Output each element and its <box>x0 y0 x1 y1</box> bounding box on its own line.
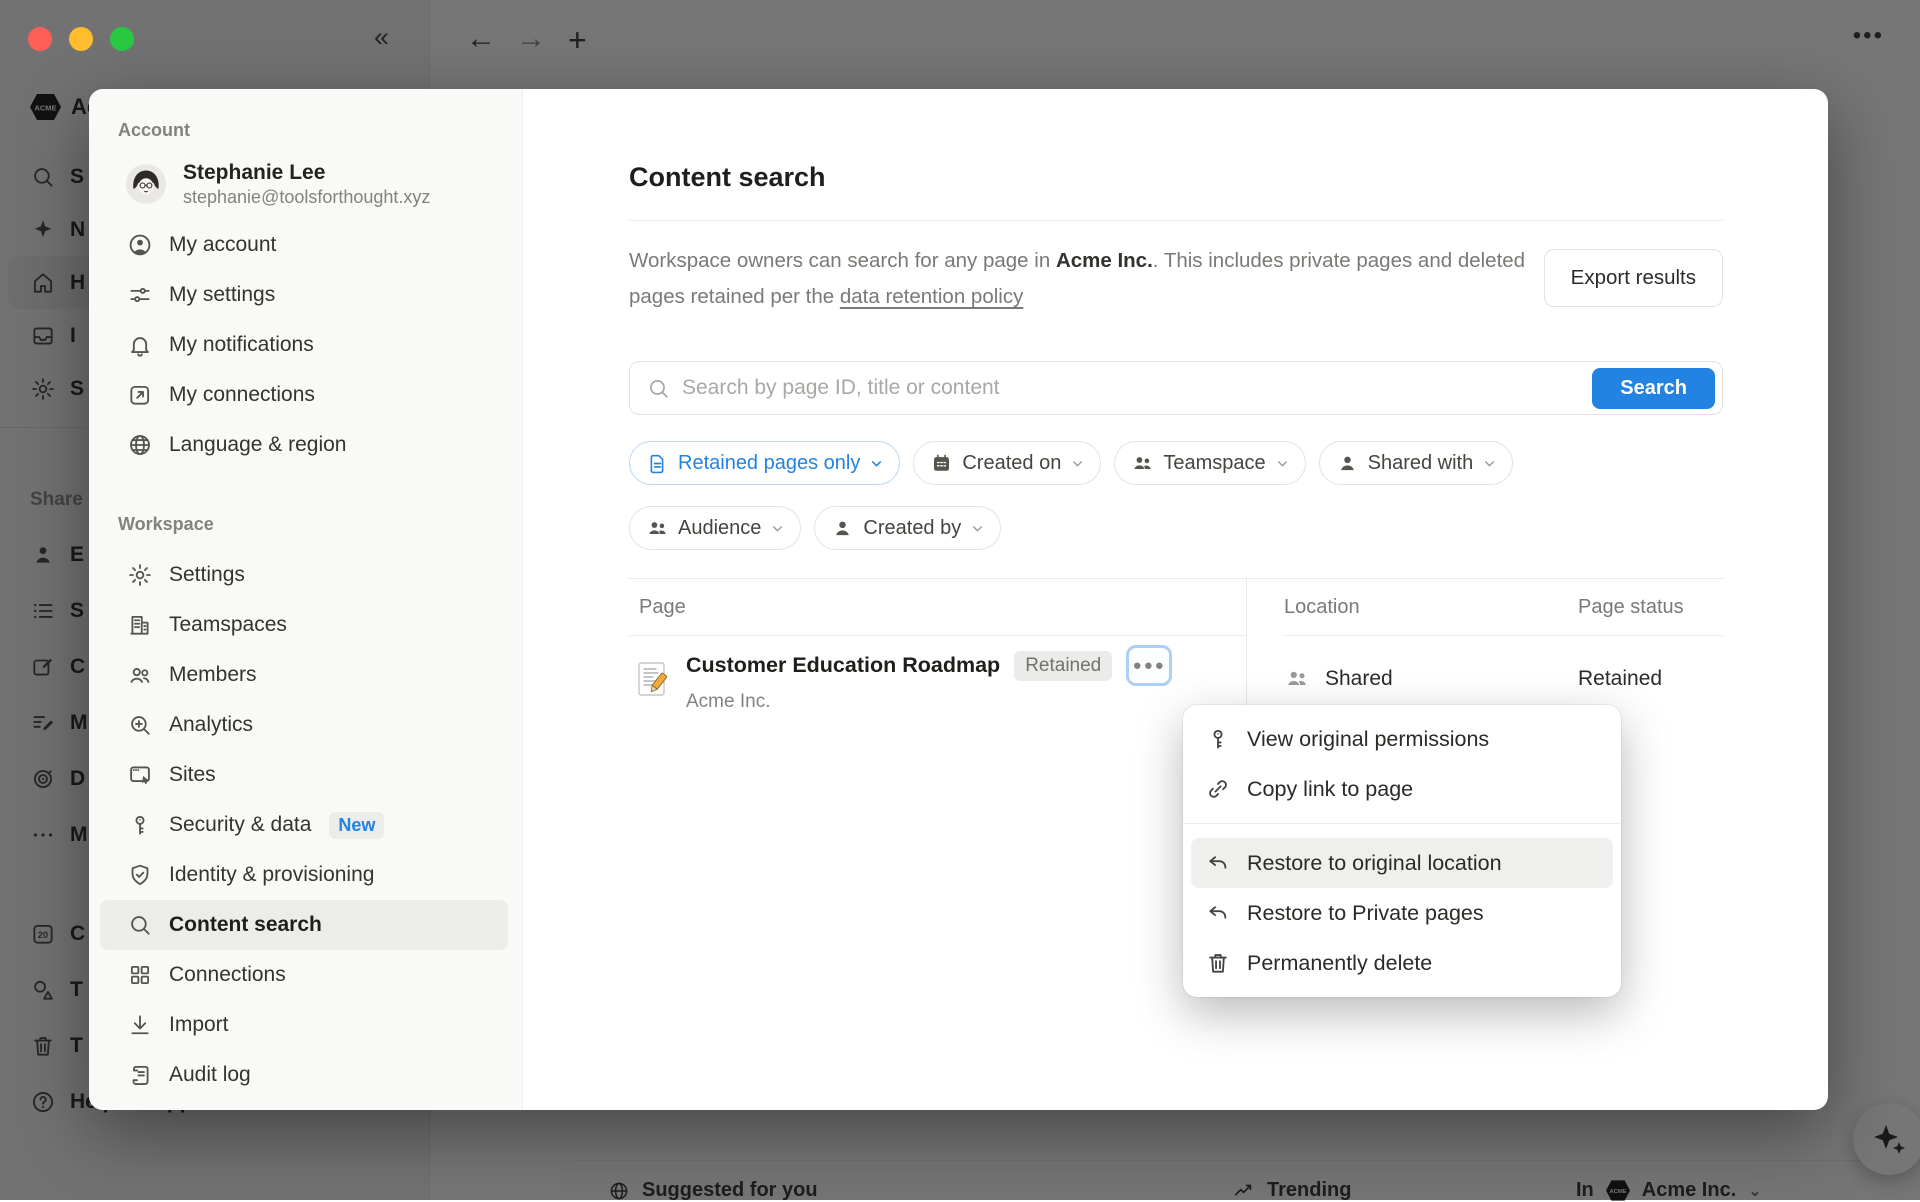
new-badge: New <box>329 812 384 839</box>
settings-nav-sites[interactable]: Sites <box>100 750 508 800</box>
account-user[interactable]: Stephanie Lee stephanie@toolsforthought.… <box>100 156 508 212</box>
retained-badge: Retained <box>1014 651 1112 681</box>
search-button[interactable]: Search <box>1592 368 1715 409</box>
workspace-menu-list: SettingsTeamspacesMembersAnalyticsSitesS… <box>100 550 508 1100</box>
filter-chip-retained-pages-only[interactable]: Retained pages only <box>629 441 900 485</box>
filter-chips-row-1: Retained pages only Created on Teamspace Sh… <box>629 441 1723 485</box>
key-icon <box>1205 726 1231 752</box>
menu-item-view-original-permissions[interactable]: View original permissions <box>1191 714 1613 764</box>
settings-nav-analytics[interactable]: Analytics <box>100 700 508 750</box>
undo-icon <box>1205 900 1231 926</box>
page-title-cell: Customer Education Roadmap <box>686 653 1000 678</box>
column-header-location: Location <box>1284 579 1578 636</box>
settings-nav-language-region[interactable]: Language & region <box>100 420 508 470</box>
arrow-out-icon <box>127 382 153 408</box>
filter-chip-created-on[interactable]: Created on <box>913 441 1101 485</box>
chart-search-icon <box>127 712 153 738</box>
chevron-down-icon <box>1482 456 1497 471</box>
chevron-down-icon <box>770 521 785 536</box>
avatar <box>126 164 166 204</box>
browser-icon <box>127 762 153 788</box>
row-context-menu: View original permissionsCopy link to pa… <box>1183 705 1621 997</box>
table-row[interactable]: Customer Education Roadmap Retained ●●● … <box>629 636 1246 722</box>
export-results-button[interactable]: Export results <box>1544 249 1723 307</box>
person-circle-icon <box>127 232 153 258</box>
filter-chips-row-2: Audience Created by <box>629 506 1723 550</box>
people-solid-icon <box>1131 452 1154 475</box>
menu-divider <box>1183 823 1621 824</box>
title-divider <box>629 220 1723 221</box>
settings-nav-members[interactable]: Members <box>100 650 508 700</box>
column-header-page: Page <box>629 579 1246 636</box>
globe-icon <box>127 432 153 458</box>
settings-nav-my-notifications[interactable]: My notifications <box>100 320 508 370</box>
minimize-window-button[interactable] <box>69 27 93 51</box>
user-email: stephanie@toolsforthought.xyz <box>183 186 430 209</box>
building-icon <box>127 612 153 638</box>
scroll-icon <box>127 1062 153 1088</box>
settings-nav-my-connections[interactable]: My connections <box>100 370 508 420</box>
chevron-down-icon <box>1275 456 1290 471</box>
page-title: Content search <box>629 159 1723 195</box>
menu-item-restore-to-original-location[interactable]: Restore to original location <box>1191 838 1613 888</box>
user-name: Stephanie Lee <box>183 159 430 186</box>
settings-nav-identity-provisioning[interactable]: Identity & provisioning <box>100 850 508 900</box>
person-solid-icon <box>1336 452 1359 475</box>
menu-item-copy-link-to-page[interactable]: Copy link to page <box>1191 764 1613 814</box>
settings-nav-audit-log[interactable]: Audit log <box>100 1050 508 1100</box>
settings-nav-import[interactable]: Import <box>100 1000 508 1050</box>
search-input[interactable] <box>682 376 1722 400</box>
search-bar: Search <box>629 361 1723 415</box>
workspace-section-header: Workspace <box>118 512 508 536</box>
settings-sidebar: Account Stephanie Lee stephanie@toolsfor… <box>89 89 523 1110</box>
link-icon <box>1205 776 1231 802</box>
filter-chip-created-by[interactable]: Created by <box>814 506 1001 550</box>
key-icon <box>127 812 153 838</box>
row-more-button[interactable]: ●●● <box>1126 645 1172 686</box>
search-icon <box>646 376 671 401</box>
calendar-icon <box>930 452 953 475</box>
settings-nav-settings[interactable]: Settings <box>100 550 508 600</box>
people-solid-icon <box>646 517 669 540</box>
results-table: Page Customer Education Roadmap Retained… <box>629 578 1723 722</box>
traffic-lights <box>28 27 134 51</box>
trash-icon <box>1205 950 1231 976</box>
bell-icon <box>127 332 153 358</box>
page-workspace-subtitle: Acme Inc. <box>686 691 1172 713</box>
account-section-header: Account <box>118 118 508 142</box>
gear-icon <box>127 562 153 588</box>
settings-nav-security-data[interactable]: Security & dataNew <box>100 800 508 850</box>
column-header-page-status: Page status <box>1578 579 1723 636</box>
settings-nav-my-settings[interactable]: My settings <box>100 270 508 320</box>
settings-nav-content-search[interactable]: Content search <box>100 900 508 950</box>
people-icon <box>127 662 153 688</box>
chevron-down-icon <box>970 521 985 536</box>
search-icon <box>127 912 153 938</box>
filter-chip-shared-with[interactable]: Shared with <box>1319 441 1514 485</box>
content-search-panel: Content search Workspace owners can sear… <box>523 89 1828 1110</box>
menu-item-restore-to-private-pages[interactable]: Restore to Private pages <box>1191 888 1613 938</box>
undo-icon <box>1205 850 1231 876</box>
shield-check-icon <box>127 862 153 888</box>
page-description: Workspace owners can search for any page… <box>629 243 1529 315</box>
memo-page-icon <box>636 661 669 698</box>
page-icon <box>646 452 669 475</box>
filter-chip-teamspace[interactable]: Teamspace <box>1114 441 1305 485</box>
account-menu-list: My accountMy settingsMy notificationsMy … <box>100 220 508 470</box>
settings-nav-teamspaces[interactable]: Teamspaces <box>100 600 508 650</box>
grid-icon <box>127 962 153 988</box>
close-window-button[interactable] <box>28 27 52 51</box>
menu-item-permanently-delete[interactable]: Permanently delete <box>1191 938 1613 988</box>
settings-nav-connections[interactable]: Connections <box>100 950 508 1000</box>
person-solid-icon <box>831 517 854 540</box>
chevron-down-icon <box>1070 456 1085 471</box>
import-icon <box>127 1012 153 1038</box>
data-retention-policy-link[interactable]: data retention policy <box>840 285 1023 308</box>
chevron-down-icon <box>869 456 884 471</box>
zoom-window-button[interactable] <box>110 27 134 51</box>
people-icon <box>1284 666 1310 692</box>
filter-chip-audience[interactable]: Audience <box>629 506 801 550</box>
sliders-icon <box>127 282 153 308</box>
settings-nav-my-account[interactable]: My account <box>100 220 508 270</box>
